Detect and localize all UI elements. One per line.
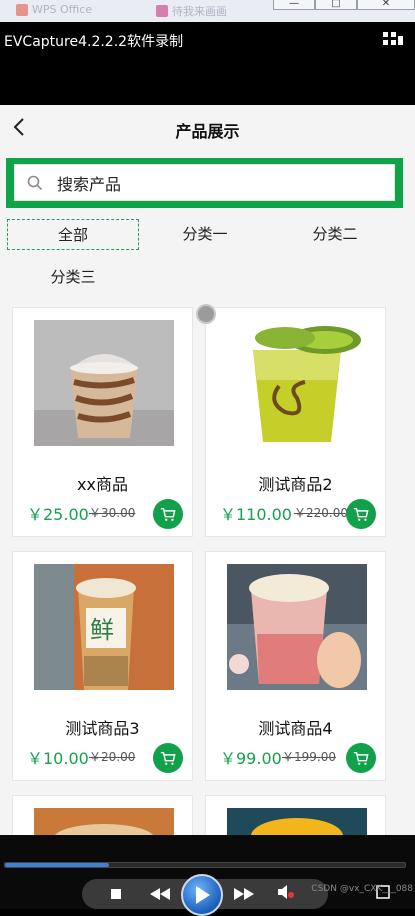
product-image — [34, 320, 174, 446]
search-input[interactable]: 搜索产品 — [14, 164, 395, 201]
product-card[interactable] — [205, 795, 386, 835]
mango-drink-image-icon — [227, 808, 367, 835]
taskbar-item-label: WPS Office — [32, 3, 93, 16]
product-image — [227, 564, 367, 690]
product-price: ￥10.00 — [27, 749, 89, 768]
touch-indicator — [196, 304, 216, 324]
page-title: 产品展示 — [175, 122, 240, 141]
stop-button[interactable] — [108, 879, 124, 909]
product-card[interactable] — [12, 795, 193, 835]
recorder-title: EVCapture4.2.2.2软件录制 — [4, 34, 184, 50]
tab-category-2[interactable]: 分类二 — [270, 219, 400, 250]
kiwi-tea-cup-icon — [227, 320, 367, 446]
rewind-button[interactable] — [146, 879, 174, 909]
search-placeholder: 搜索产品 — [57, 174, 122, 194]
taskbar-item-wps[interactable]: WPS Office — [16, 3, 92, 16]
window-controls: — □ ✕ — [273, 0, 415, 10]
product-image — [34, 808, 174, 835]
product-name: 测试商品3 — [65, 719, 140, 738]
add-to-cart-button[interactable] — [346, 743, 376, 773]
play-icon — [196, 886, 210, 904]
cart-icon — [160, 507, 176, 521]
watermark: CSDN @vx_CXK___088 — [311, 884, 413, 894]
product-card[interactable]: 鲜 测试商品3 ￥10.00 ￥20.00 — [12, 551, 193, 781]
product-original-price: ￥220.00 — [294, 506, 348, 520]
app-screen: 产品展示 搜索产品 全部 分类一 分类二 分类三 xx商品 ￥25.00 ￥30… — [0, 105, 415, 835]
search-frame: 搜索产品 — [6, 158, 403, 208]
product-card[interactable]: xx商品 ￥25.00 ￥30.00 — [12, 307, 193, 537]
tab-all[interactable]: 全部 — [7, 219, 139, 250]
os-taskbar: WPS Office 待我来画画 — □ ✕ — [0, 0, 415, 22]
maximize-button[interactable]: □ — [315, 0, 357, 10]
product-name: 测试商品4 — [258, 719, 333, 738]
product-card[interactable]: 测试商品4 ￥99.00 ￥199.00 — [205, 551, 386, 781]
food-image-icon — [34, 808, 174, 835]
product-image — [227, 808, 367, 835]
wps-icon — [16, 3, 28, 16]
strawberry-drink-cup-icon — [227, 564, 367, 690]
milk-tea-cup-icon: 鲜 — [34, 564, 174, 690]
cart-icon — [353, 507, 369, 521]
add-to-cart-button[interactable] — [346, 499, 376, 529]
play-button[interactable] — [181, 874, 223, 916]
taskbar-item-draw[interactable]: 待我来画画 — [156, 3, 227, 19]
product-image: 鲜 — [34, 564, 174, 690]
product-card[interactable]: 测试商品2 ￥110.00 ￥220.00 — [205, 307, 386, 537]
rewind-icon — [150, 888, 170, 900]
fast-forward-icon — [234, 888, 254, 900]
product-price: ￥25.00 — [27, 505, 89, 524]
taskbar-item-label: 待我来画画 — [172, 5, 227, 18]
add-to-cart-button[interactable] — [153, 743, 183, 773]
product-name: xx商品 — [77, 475, 128, 494]
product-price: ￥110.00 — [220, 505, 292, 524]
add-to-cart-button[interactable] — [153, 499, 183, 529]
svg-text:鲜: 鲜 — [90, 616, 114, 644]
nav-bar: 产品展示 — [0, 105, 415, 151]
product-original-price: ￥20.00 — [89, 750, 136, 764]
progress-track[interactable] — [4, 862, 406, 868]
fast-forward-button[interactable] — [230, 879, 258, 909]
close-button[interactable]: ✕ — [357, 0, 415, 10]
search-icon — [27, 175, 43, 190]
tab-category-1[interactable]: 分类一 — [140, 219, 270, 250]
cart-icon — [353, 751, 369, 765]
progress-fill — [5, 863, 109, 867]
product-price: ￥99.00 — [220, 749, 282, 768]
stop-icon — [111, 889, 121, 899]
iced-coffee-cup-icon — [34, 320, 174, 446]
cart-icon — [160, 751, 176, 765]
status-bar-area — [0, 58, 415, 105]
recorder-titlebar: EVCapture4.2.2.2软件录制 — [0, 22, 415, 58]
draw-app-icon — [156, 5, 168, 17]
product-image — [227, 320, 367, 446]
volume-icon[interactable] — [278, 885, 294, 899]
media-player-bar: CSDN @vx_CXK___088 — [0, 835, 415, 916]
tab-category-3[interactable]: 分类三 — [7, 262, 139, 293]
minimize-button[interactable]: — — [273, 0, 315, 10]
product-name: 测试商品2 — [258, 475, 333, 494]
layout-grid-icon[interactable] — [383, 32, 403, 48]
product-original-price: ￥30.00 — [89, 506, 136, 520]
product-original-price: ￥199.00 — [282, 750, 336, 764]
